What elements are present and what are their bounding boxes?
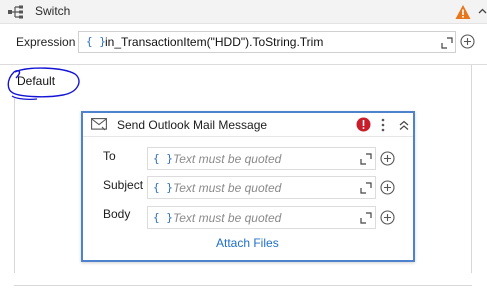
to-placeholder[interactable]: Text must be quoted [173, 152, 281, 166]
body-placeholder[interactable]: Text must be quoted [173, 211, 281, 225]
expand-editor-icon[interactable] [360, 182, 372, 194]
subject-add-icon[interactable] [380, 180, 395, 195]
expression-braces-icon[interactable]: { } [86, 35, 106, 48]
hand-drawn-annotation [7, 67, 80, 100]
switch-title: Switch [35, 4, 71, 18]
to-braces-icon[interactable]: { } [153, 152, 173, 165]
default-case-border [14, 97, 15, 273]
body-field[interactable]: { } Text must be quoted [147, 206, 376, 229]
default-case-border [471, 65, 472, 273]
mail-icon [91, 118, 107, 131]
send-outlook-mail-activity[interactable]: Send Outlook Mail Message To { } Text mu… [81, 111, 415, 262]
to-add-icon[interactable] [380, 151, 395, 166]
activity-header[interactable]: Send Outlook Mail Message [83, 113, 413, 137]
collapse-icon[interactable] [478, 8, 487, 16]
body-label: Body [103, 207, 131, 221]
subject-braces-icon[interactable]: { } [153, 181, 173, 194]
to-field[interactable]: { } Text must be quoted [147, 147, 376, 170]
expression-field[interactable]: { } in_TransactionItem("HDD").ToString.T… [78, 31, 456, 53]
subject-field[interactable]: { } Text must be quoted [147, 176, 376, 199]
body-add-icon[interactable] [380, 210, 395, 225]
body-braces-icon[interactable]: { } [153, 211, 173, 224]
expression-label: Expression [16, 35, 76, 49]
attach-files-link[interactable]: Attach Files [216, 236, 279, 250]
warning-icon[interactable] [455, 4, 471, 20]
expand-editor-icon[interactable] [360, 212, 372, 224]
expression-value[interactable]: in_TransactionItem("HDD").ToString.Trim [105, 35, 323, 49]
activity-title: Send Outlook Mail Message [117, 118, 268, 132]
switch-icon [8, 5, 23, 19]
switch-header: Switch [0, 0, 487, 24]
to-label: To [103, 149, 116, 163]
collapse-activity-icon[interactable] [398, 120, 410, 131]
expand-editor-icon[interactable] [360, 153, 372, 165]
expression-add-icon[interactable] [460, 34, 475, 49]
expand-editor-icon[interactable] [441, 37, 453, 49]
default-case-border [14, 285, 472, 286]
error-icon[interactable] [356, 117, 371, 132]
subject-placeholder[interactable]: Text must be quoted [173, 181, 281, 195]
more-options-icon[interactable] [380, 117, 386, 133]
subject-label: Subject [103, 178, 144, 192]
